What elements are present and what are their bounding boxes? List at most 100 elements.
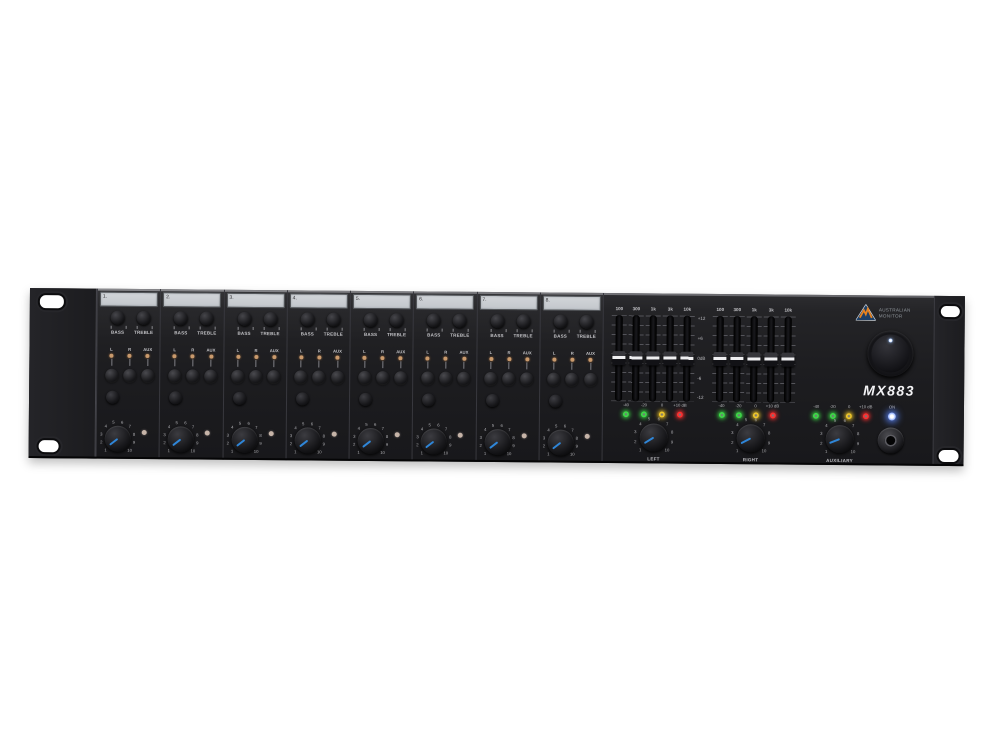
knob-scale-number: 10 [443,452,448,456]
eq-slider[interactable] [661,316,679,402]
eq-slider[interactable] [728,316,746,402]
eq-slider[interactable] [678,316,696,402]
knob-scale-number: 10 [762,450,767,454]
eq-slider-cap[interactable] [781,353,794,367]
route-button[interactable] [421,371,434,384]
treble-knob[interactable] [263,312,277,326]
routing-section: L R AUX [287,348,350,384]
bass-knob[interactable] [111,311,125,325]
eq-slider-cap[interactable] [713,352,726,366]
rack-hole-top-left [38,293,66,310]
eq-slider-cap[interactable] [680,352,693,366]
route-button[interactable] [358,371,371,384]
knob-scale-number: 1 [104,449,106,453]
channel-number: 3. [229,295,233,301]
treble-knob[interactable] [326,313,340,327]
route-button[interactable] [502,372,515,385]
channel-push-button[interactable] [232,392,245,405]
route-button[interactable] [566,373,579,386]
eq-slider-cap[interactable] [730,352,743,366]
eq-band: 3k [661,307,679,402]
eq-slider-cap[interactable] [663,352,676,366]
eq-slider[interactable] [779,317,797,403]
aux-output-knob[interactable] [826,425,854,453]
knob-pointer [362,440,371,448]
bass-knob-ticks [427,328,443,331]
channel-push-button[interactable] [359,393,372,406]
channel-label-plate: 8. [543,295,601,311]
eq-slider-cap[interactable] [764,352,777,366]
route-button[interactable] [168,369,181,382]
eq-slider[interactable] [644,315,662,401]
route-led [381,356,385,360]
route-button[interactable] [294,370,307,383]
route-button[interactable] [123,369,136,382]
bass-label: BASS [483,333,511,338]
channel-push-button[interactable] [485,394,498,407]
eq-slider-cap[interactable] [646,351,659,365]
channel-push-button[interactable] [169,391,182,404]
route-button[interactable] [186,369,199,382]
eq-slider[interactable] [610,315,628,401]
bass-label: BASS [230,331,258,336]
route-button[interactable] [105,369,118,382]
knob-pointer [425,441,434,449]
routing-section: L R AUX [413,349,476,385]
eq-slider-cap[interactable] [747,352,760,366]
treble-knob[interactable] [453,314,467,328]
right-output-knob[interactable] [737,424,765,452]
knob-scale-number: 3 [731,431,733,435]
route-column-r: R [501,350,517,385]
route-button[interactable] [313,370,326,383]
route-button[interactable] [394,371,407,384]
eq-slider[interactable] [627,315,645,401]
bass-knob[interactable] [490,314,504,328]
route-button[interactable] [376,371,389,384]
channel-number: 6. [419,296,423,302]
route-button[interactable] [331,371,344,384]
bass-knob-ticks [237,327,253,330]
route-button[interactable] [231,370,244,383]
eq-slider[interactable] [745,316,763,402]
rack-hole-bottom-left [37,438,61,454]
routing-section: L R AUX [350,349,413,385]
bass-knob[interactable] [174,311,188,325]
route-button[interactable] [520,372,533,385]
knob-scale-number: 10 [317,450,322,454]
treble-knob[interactable] [390,313,404,327]
channel-strip: 3. BASS TREBLE L R AUX [223,290,288,461]
channel-push-button[interactable] [422,393,435,406]
route-button[interactable] [267,370,280,383]
route-button[interactable] [141,369,154,382]
channel-push-button[interactable] [106,391,119,404]
treble-knob[interactable] [579,315,593,329]
channel-push-button[interactable] [549,395,562,408]
eq-slider[interactable] [762,316,780,402]
master-knob[interactable] [867,330,913,376]
route-button[interactable] [547,373,560,386]
treble-knob[interactable] [200,311,214,325]
route-button[interactable] [484,372,497,385]
bass-knob[interactable] [553,315,567,329]
eq-slider[interactable] [711,316,729,402]
channel-strip: 4. BASS TREBLE L R AUX [286,290,351,461]
bass-knob[interactable] [427,313,441,327]
bass-knob[interactable] [364,313,378,327]
knob-scale-number: 4 [736,423,738,427]
bass-knob[interactable] [237,312,251,326]
left-output-knob[interactable] [640,423,668,451]
route-line [427,361,428,368]
route-button[interactable] [457,372,470,385]
eq-slider-cap[interactable] [629,351,642,365]
treble-label: TREBLE [256,331,284,336]
bass-knob[interactable] [300,312,314,326]
channel-push-button[interactable] [296,392,309,405]
route-button[interactable] [249,370,262,383]
route-button[interactable] [439,372,452,385]
treble-knob[interactable] [137,311,151,325]
route-button[interactable] [204,370,217,383]
eq-slider-cap[interactable] [612,351,625,365]
route-line [174,359,175,366]
treble-knob[interactable] [516,314,530,328]
route-button[interactable] [584,373,597,386]
